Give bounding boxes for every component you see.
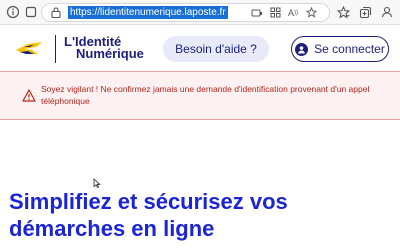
hero-title-line-2: démarches en ligne bbox=[9, 216, 215, 241]
security-alert-banner: Soyez vigilant ! Ne confirmez jamais une… bbox=[0, 71, 400, 120]
apps-icon[interactable] bbox=[266, 4, 284, 21]
login-button-label: Se connecter bbox=[314, 42, 385, 56]
tab-actions-icon[interactable] bbox=[22, 3, 40, 21]
site-logo-text[interactable]: L'Identité Numérique bbox=[64, 35, 144, 61]
lock-icon[interactable] bbox=[50, 6, 62, 19]
la-poste-logo-icon[interactable] bbox=[14, 36, 44, 60]
profile-icon[interactable] bbox=[378, 3, 396, 21]
mouse-cursor-icon bbox=[93, 178, 101, 188]
logo-line-2: Numérique bbox=[76, 46, 144, 61]
browser-info-icon[interactable] bbox=[4, 3, 22, 21]
read-aloud-icon[interactable]: A)) bbox=[284, 4, 302, 21]
help-button-label: Besoin d'aide ? bbox=[175, 42, 257, 56]
url-text[interactable]: https://lidentitenumerique.laposte.fr bbox=[68, 6, 228, 19]
help-button[interactable]: Besoin d'aide ? bbox=[163, 36, 269, 62]
warning-icon bbox=[22, 89, 36, 102]
address-bar[interactable]: https://lidentitenumerique.laposte.fr A)… bbox=[41, 3, 330, 22]
logo-divider bbox=[55, 35, 56, 63]
collections-icon[interactable] bbox=[356, 3, 374, 21]
hero-title: Simplifiez et sécurisez vos démarches en… bbox=[9, 188, 394, 242]
favorites-icon[interactable] bbox=[334, 3, 352, 21]
alert-message: Soyez vigilant ! Ne confirmez jamais une… bbox=[41, 84, 370, 106]
device-icon[interactable] bbox=[248, 4, 266, 21]
star-icon[interactable] bbox=[302, 4, 320, 21]
hero-title-line-1: Simplifiez et sécurisez vos bbox=[9, 189, 288, 214]
login-button[interactable]: Se connecter bbox=[291, 36, 389, 62]
browser-toolbar: https://lidentitenumerique.laposte.fr A)… bbox=[0, 0, 400, 25]
user-icon bbox=[295, 42, 309, 56]
